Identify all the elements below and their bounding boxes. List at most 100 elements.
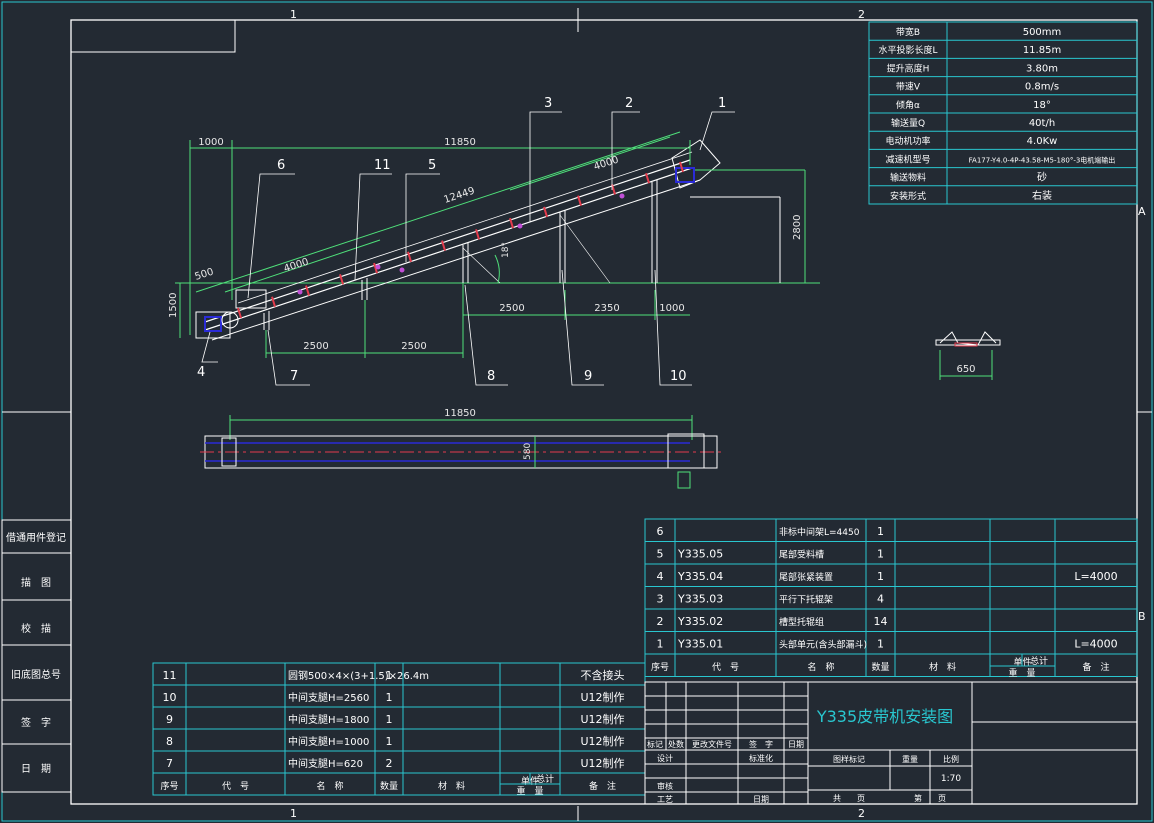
belt-upper-line: [237, 151, 693, 304]
balloon-4: 4: [197, 365, 205, 380]
left-strip-label: 借通用件登记: [6, 531, 66, 544]
leader-7: [267, 329, 310, 386]
dim-650: 650: [956, 364, 975, 375]
frame-top-line: [204, 159, 691, 323]
table-header-code: 代 号: [712, 662, 739, 673]
tb-standard: 标准化: [749, 753, 773, 763]
table-cell-code: Y335.02: [677, 615, 723, 628]
dim-580: 580: [523, 443, 533, 460]
spec-label: 安装形式: [890, 190, 926, 202]
dim-angle: 18°: [501, 242, 511, 258]
leader-6: [247, 173, 295, 299]
spec-label: 电动机功率: [885, 135, 930, 147]
table-cell-name: 中间支腿H=1000: [288, 735, 369, 748]
spec-label: 带宽B: [896, 26, 920, 38]
table-cell-name: 中间支腿H=620: [288, 757, 363, 770]
cad-drawing: 1 2 1 2 A B 借通用件登记 描 图 校 描 旧底图总号 签 字 日 期…: [1, 1, 1153, 822]
spec-label: 输送物料: [890, 172, 926, 184]
table-cell-qty: 1: [877, 638, 884, 651]
table-header-weight: 重 量: [1008, 667, 1035, 679]
tb-sign: 签 字: [749, 739, 773, 749]
table-header-name: 名 称: [316, 780, 343, 792]
table-cell-qty: 1: [386, 691, 393, 704]
table-header-remark: 备 注: [589, 780, 616, 792]
tb-sheet-no: 第 页: [914, 793, 946, 803]
zone-label-b: B: [1138, 610, 1146, 623]
balloon-9: 9: [584, 369, 592, 384]
plan-view: 11850 580: [200, 408, 725, 489]
table-cell-no: 4: [657, 570, 664, 583]
table-header-no: 序号: [160, 780, 178, 792]
table-cell-qty: 4: [877, 593, 884, 606]
table-header-material: 材 料: [438, 780, 465, 792]
return-roller: [297, 289, 303, 295]
tb-approve: 日期: [753, 795, 769, 804]
dim-1000-top: 1000: [198, 137, 223, 148]
leader-3: [529, 111, 562, 222]
table-cell-no: 1: [657, 638, 664, 651]
table-header-total: 总计: [1030, 655, 1048, 667]
spec-label: 倾角α: [896, 99, 920, 111]
spec-label: 带速V: [896, 82, 921, 93]
table-cell-remark: L=4000: [1074, 638, 1117, 651]
spec-label: 提升高度H: [887, 62, 930, 74]
dim-2500-c: 2500: [303, 341, 328, 352]
table-cell-no: 9: [166, 713, 173, 726]
left-strip-frame: [1, 519, 72, 793]
table-cell-code: Y335.04: [677, 570, 723, 583]
table-cell-remark: U12制作: [580, 713, 624, 726]
table-cell-code: Y335.03: [677, 593, 723, 606]
table-cell-qty: 1: [386, 713, 393, 726]
zone-label-bottom-1: 1: [290, 807, 297, 820]
drawing-sheet: 1 2 1 2 A B 借通用件登记 描 图 校 描 旧底图总号 签 字 日 期…: [0, 0, 1154, 823]
spec-value: 4.0Kw: [1027, 136, 1058, 147]
frame-bottom-line: [211, 179, 701, 341]
table-cell-no: 8: [166, 735, 173, 748]
parts-table-upper: 6 非标中间架L=4450 15 Y335.05 尾部受料槽 14 Y335.04 尾部张紧装…: [644, 518, 1138, 679]
dim-line-12449: [195, 131, 681, 293]
table-cell-no: 7: [166, 757, 173, 770]
left-strip-label: 日 期: [21, 763, 51, 775]
spec-label: 水平投影长度L: [878, 44, 937, 56]
dim-500: 500: [194, 266, 216, 282]
spec-value: FA177-Y4.0-4P-43.58-M5-180°-3电机端输出: [969, 155, 1116, 164]
table-cell-name: 平行下托辊架: [779, 594, 833, 606]
tb-review: 审核: [657, 781, 673, 791]
table-header-no: 序号: [651, 661, 669, 673]
balloon-11: 11: [374, 158, 391, 173]
table-cell-remark: L=4000: [1074, 570, 1117, 583]
table-cell-qty: 2: [386, 757, 393, 770]
left-strip-label: 签 字: [21, 716, 51, 729]
table-cell-name: 中间支腿H=1800: [288, 713, 369, 726]
dim-plan-11850: 11850: [444, 408, 476, 419]
drawing-title: Y335皮带机安装图: [816, 707, 953, 726]
return-roller: [619, 193, 625, 199]
table-cell-qty: 1: [386, 735, 393, 748]
dim-12449: 12449: [443, 186, 477, 206]
dim-2500-d: 2500: [401, 341, 426, 352]
balloon-1: 1: [718, 96, 726, 111]
zone-label-top-2: 2: [858, 8, 865, 21]
tb-scale: 比例: [943, 754, 959, 764]
dim-11850-top: 11850: [444, 137, 476, 148]
left-strip: 借通用件登记 描 图 校 描 旧底图总号 签 字 日 期: [1, 519, 72, 793]
table-cell-remark: U12制作: [580, 691, 624, 704]
table-cell-name: 尾部张紧装置: [779, 571, 833, 583]
tb-file: 更改文件号: [692, 739, 732, 749]
table-cell-code: Y335.05: [677, 548, 723, 561]
plan-head: [667, 433, 705, 469]
balloon-8: 8: [487, 369, 495, 384]
return-roller: [399, 267, 405, 273]
table-cell-name: 非标中间架L=4450: [779, 526, 860, 538]
tb-mark: 标记: [647, 739, 663, 749]
table-cell-no: 3: [657, 593, 664, 606]
spec-value: 右装: [1032, 189, 1052, 202]
balloon-7: 7: [290, 369, 298, 384]
table-cell-remark: 不含接头: [581, 668, 625, 682]
table-header-material: 材 料: [929, 661, 956, 673]
dim-2500-a: 2500: [499, 303, 524, 314]
spec-label: 减速机型号: [885, 153, 930, 165]
spec-value: 11.85m: [1023, 45, 1061, 56]
title-block: Y335皮带机安装图 标记 处数 更改文件号 签 字 日期 设计 标准化 审核 …: [644, 681, 1138, 805]
table-header-qty: 数量: [380, 780, 398, 792]
